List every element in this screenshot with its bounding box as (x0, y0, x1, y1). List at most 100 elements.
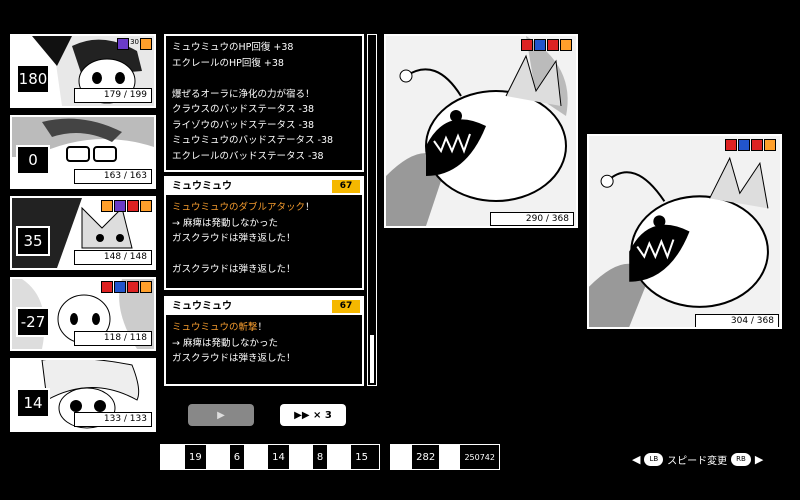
item-count: 282 (416, 451, 436, 463)
treasure-icon (391, 445, 413, 469)
actor-name: ミュウミュウ (172, 181, 232, 192)
entry-body: ミュウミュウのダブルアタック！ → 麻痺は発動しなかった ガスクラウドは弾き返し… (166, 195, 362, 283)
enemy-anglerfish-2[interactable]: 304 / 368 (587, 134, 782, 329)
resource-inventory: 282 250742 (390, 444, 500, 470)
anglerfish-art (589, 136, 780, 327)
item-count: 15 (355, 451, 368, 463)
status-icons (101, 200, 152, 212)
log-line: → 麻痺は発動しなかった (172, 217, 278, 229)
skill-name: 斬撃 (238, 322, 258, 333)
skill-name: ミュウミュウのダブルアタック (172, 202, 306, 213)
log-line: クラウスのバッドステータス -38 (172, 104, 315, 115)
status-icons (521, 39, 572, 51)
defense-up-status-icon (738, 139, 750, 151)
defense-up-status-icon (114, 281, 126, 293)
play-button[interactable]: ▶ (188, 404, 254, 426)
chevron-right-icon: ▶ (754, 452, 764, 466)
hp-bar: 133 / 133 (74, 412, 152, 427)
fast-forward-button[interactable]: ▶▶ × 3 (280, 404, 346, 426)
attack-up-status-icon (725, 139, 737, 151)
action-value-badge: 67 (332, 180, 360, 193)
enemy-hp-bar: 304 / 368 (695, 314, 779, 327)
log-line: ガスクラウドは弾き返した！ (172, 353, 296, 364)
status-icons (725, 139, 776, 151)
anglerfish-art (386, 36, 576, 226)
attack-up-status-icon (751, 139, 763, 151)
entry-header: ミュウミュウ 67 (166, 178, 362, 195)
bp-counter: 14 (16, 388, 50, 418)
action-entry: ミュウミュウ 67 ミュウミュウの斬撃！ → 麻痺は発動しなかった ガスクラウド… (164, 296, 364, 386)
money-bag-icon (439, 445, 461, 469)
log-line: 爆ぜるオーラに浄化の力が宿る！ (172, 88, 315, 100)
log-line: ライゾウのバッドステータス -38 (172, 119, 315, 131)
entry-header: ミュウミュウ 67 (166, 298, 362, 315)
attack-up-status-icon (127, 200, 139, 212)
log-line: エクレールのバッドステータス -38 (172, 150, 324, 162)
party-member-3[interactable]: 35 148 / 148 (10, 196, 156, 270)
burst-status-icon (140, 38, 152, 50)
party-member-1[interactable]: 30 180 179 / 199 (10, 34, 156, 108)
bp-counter: 180 (16, 64, 50, 94)
scroll-thumb[interactable] (370, 335, 374, 383)
log-line: ガスクラウドは弾き返した！ (172, 233, 296, 244)
hp-bar: 148 / 148 (74, 250, 152, 265)
enemy-hp-bar: 290 / 368 (490, 212, 574, 226)
log-text: ！ (305, 202, 315, 213)
burst-status-icon (101, 200, 113, 212)
snail-icon (327, 445, 352, 469)
attack-up-status-icon (101, 281, 113, 293)
log-line: ガスクラウドは弾き返した！ (172, 264, 296, 275)
action-value-badge: 67 (332, 300, 360, 313)
burst-status-icon (560, 39, 572, 51)
tornado-icon (161, 445, 185, 469)
item-count: 19 (189, 451, 202, 463)
item-count: 8 (316, 451, 324, 463)
log-scrollbar[interactable] (367, 34, 377, 386)
party-member-5[interactable]: 14 133 / 133 (10, 358, 156, 432)
status-icons (101, 281, 152, 293)
enemy-anglerfish-1[interactable]: 290 / 368 (384, 34, 578, 228)
wind-icon (288, 445, 313, 469)
battle-log: ミュウミュウのHP回復 +38 エクレールのHP回復 +38 爆ぜるオーラに浄化… (164, 34, 364, 172)
entry-body: ミュウミュウの斬撃！ → 麻痺は発動しなかった ガスクラウドは弾き返した！ (166, 315, 362, 372)
lb-button-label: LB (644, 452, 664, 466)
hp-bar: 179 / 199 (74, 88, 152, 103)
hp-bar: 118 / 118 (74, 331, 152, 346)
burst-icon (244, 445, 269, 469)
status-count: 30 (130, 38, 139, 46)
defense-up-status-icon (534, 39, 546, 51)
bp-counter: 0 (16, 145, 50, 175)
poison-status-icon (114, 200, 126, 212)
log-text: ！ (257, 322, 268, 333)
log-line: ミュウミュウのHP回復 +38 (172, 42, 294, 53)
bp-counter: 35 (16, 226, 50, 256)
party-member-4[interactable]: -27 118 / 118 (10, 277, 156, 351)
rb-button-label: RB (731, 452, 751, 466)
poison-status-icon (117, 38, 130, 50)
speed-change-label: スピード変更 (667, 455, 728, 467)
log-line: → 麻痺は発動しなかった (172, 337, 278, 349)
item-count: 250742 (464, 452, 495, 462)
bp-counter: -27 (16, 307, 50, 337)
log-line: エクレールのHP回復 +38 (172, 57, 284, 69)
attack-up-status-icon (521, 39, 533, 51)
attack-up-status-icon (127, 281, 139, 293)
item-inventory: 19 6 14 8 15 (160, 444, 380, 470)
log-line: ミュウミュウのバッドステータス -38 (172, 135, 334, 146)
actor-highlight: ミュウミュウの (172, 322, 239, 333)
speed-change-hint: ◀ LB スピード変更 RB ▶ (632, 451, 770, 467)
bottle-icon (205, 445, 230, 469)
status-icons: 30 (117, 38, 152, 50)
actor-name: ミュウミュウ (172, 301, 232, 312)
attack-up-status-icon (547, 39, 559, 51)
burst-status-icon (764, 139, 776, 151)
party-member-2[interactable]: 0 163 / 163 (10, 115, 156, 189)
action-entry: ミュウミュウ 67 ミュウミュウのダブルアタック！ → 麻痺は発動しなかった ガ… (164, 176, 364, 290)
burst-status-icon (140, 200, 152, 212)
chevron-left-icon: ◀ (632, 452, 641, 466)
item-count: 14 (272, 451, 285, 463)
hp-bar: 163 / 163 (74, 169, 152, 184)
item-count: 6 (233, 451, 241, 463)
